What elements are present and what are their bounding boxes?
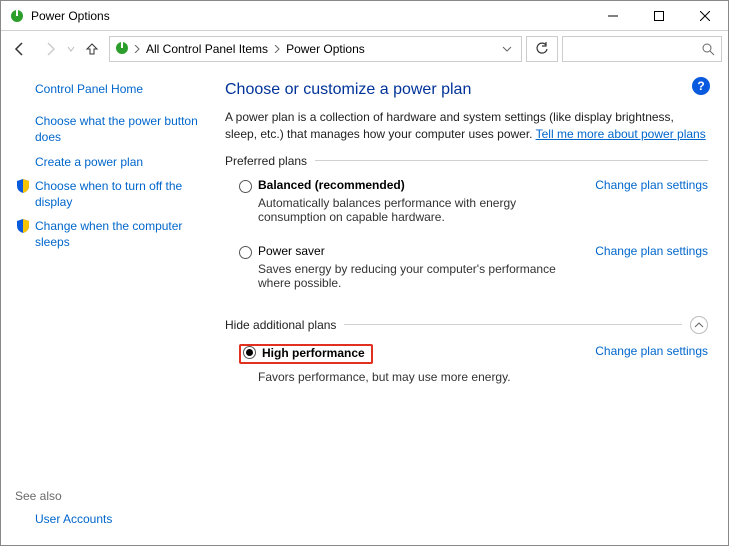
- titlebar: Power Options: [1, 1, 728, 31]
- sidebar-link-powerbutton[interactable]: Choose what the power button does: [35, 113, 211, 145]
- address-dropdown-button[interactable]: [497, 46, 517, 52]
- refresh-button[interactable]: [526, 36, 558, 62]
- change-settings-link[interactable]: Change plan settings: [595, 244, 708, 258]
- radio-highperf[interactable]: [243, 346, 256, 359]
- plan-name-balanced[interactable]: Balanced (recommended): [258, 178, 587, 192]
- page-heading: Choose or customize a power plan: [225, 81, 708, 99]
- radio-powersaver[interactable]: [239, 246, 252, 259]
- highlight-box: High performance: [239, 344, 373, 364]
- page-intro: A power plan is a collection of hardware…: [225, 109, 708, 144]
- sidebar-link-sleep[interactable]: Change when the computer sleeps: [35, 218, 211, 250]
- sidebar-link-createplan[interactable]: Create a power plan: [35, 154, 143, 170]
- close-button[interactable]: [682, 1, 728, 31]
- maximize-button[interactable]: [636, 1, 682, 31]
- plan-name-powersaver[interactable]: Power saver: [258, 244, 587, 258]
- radio-balanced[interactable]: [239, 180, 252, 193]
- sidebar-home-link[interactable]: Control Panel Home: [35, 81, 143, 97]
- sidebar-link-useraccounts[interactable]: User Accounts: [35, 511, 112, 527]
- window-title: Power Options: [31, 9, 590, 23]
- chevron-right-icon: [134, 42, 140, 56]
- navbar: All Control Panel Items Power Options: [1, 31, 728, 67]
- preferred-plans-label: Preferred plans: [225, 154, 307, 168]
- minimize-button[interactable]: [590, 1, 636, 31]
- change-settings-link[interactable]: Change plan settings: [595, 344, 708, 358]
- main-content: ? Choose or customize a power plan A pow…: [211, 81, 708, 535]
- up-button[interactable]: [79, 36, 105, 62]
- plan-name-highperf[interactable]: High performance: [262, 346, 365, 360]
- breadcrumb-item[interactable]: All Control Panel Items: [144, 42, 270, 56]
- sidebar: Control Panel Home Choose what the power…: [15, 81, 211, 535]
- plan-desc-balanced: Automatically balances performance with …: [258, 196, 587, 224]
- additional-plans-label[interactable]: Hide additional plans: [225, 318, 336, 332]
- change-settings-link[interactable]: Change plan settings: [595, 178, 708, 192]
- sidebar-link-displayoff[interactable]: Choose when to turn off the display: [35, 178, 211, 210]
- help-button[interactable]: ?: [692, 77, 710, 95]
- divider: [344, 324, 682, 325]
- breadcrumb-item[interactable]: Power Options: [284, 42, 367, 56]
- address-icon: [114, 40, 130, 59]
- app-icon: [9, 8, 25, 24]
- search-input[interactable]: [562, 36, 722, 62]
- plan-desc-highperf: Favors performance, but may use more ene…: [258, 370, 708, 384]
- divider: [315, 160, 708, 161]
- forward-button[interactable]: [37, 36, 63, 62]
- intro-link[interactable]: Tell me more about power plans: [536, 127, 706, 141]
- plan-desc-powersaver: Saves energy by reducing your computer's…: [258, 262, 587, 290]
- search-icon: [702, 43, 715, 56]
- chevron-right-icon: [274, 42, 280, 56]
- back-button[interactable]: [7, 36, 33, 62]
- collapse-button[interactable]: [690, 316, 708, 334]
- see-also-header: See also: [15, 489, 211, 503]
- recent-locations-button[interactable]: [67, 36, 75, 62]
- shield-icon: [15, 178, 31, 194]
- shield-icon: [15, 218, 31, 234]
- address-bar[interactable]: All Control Panel Items Power Options: [109, 36, 522, 62]
